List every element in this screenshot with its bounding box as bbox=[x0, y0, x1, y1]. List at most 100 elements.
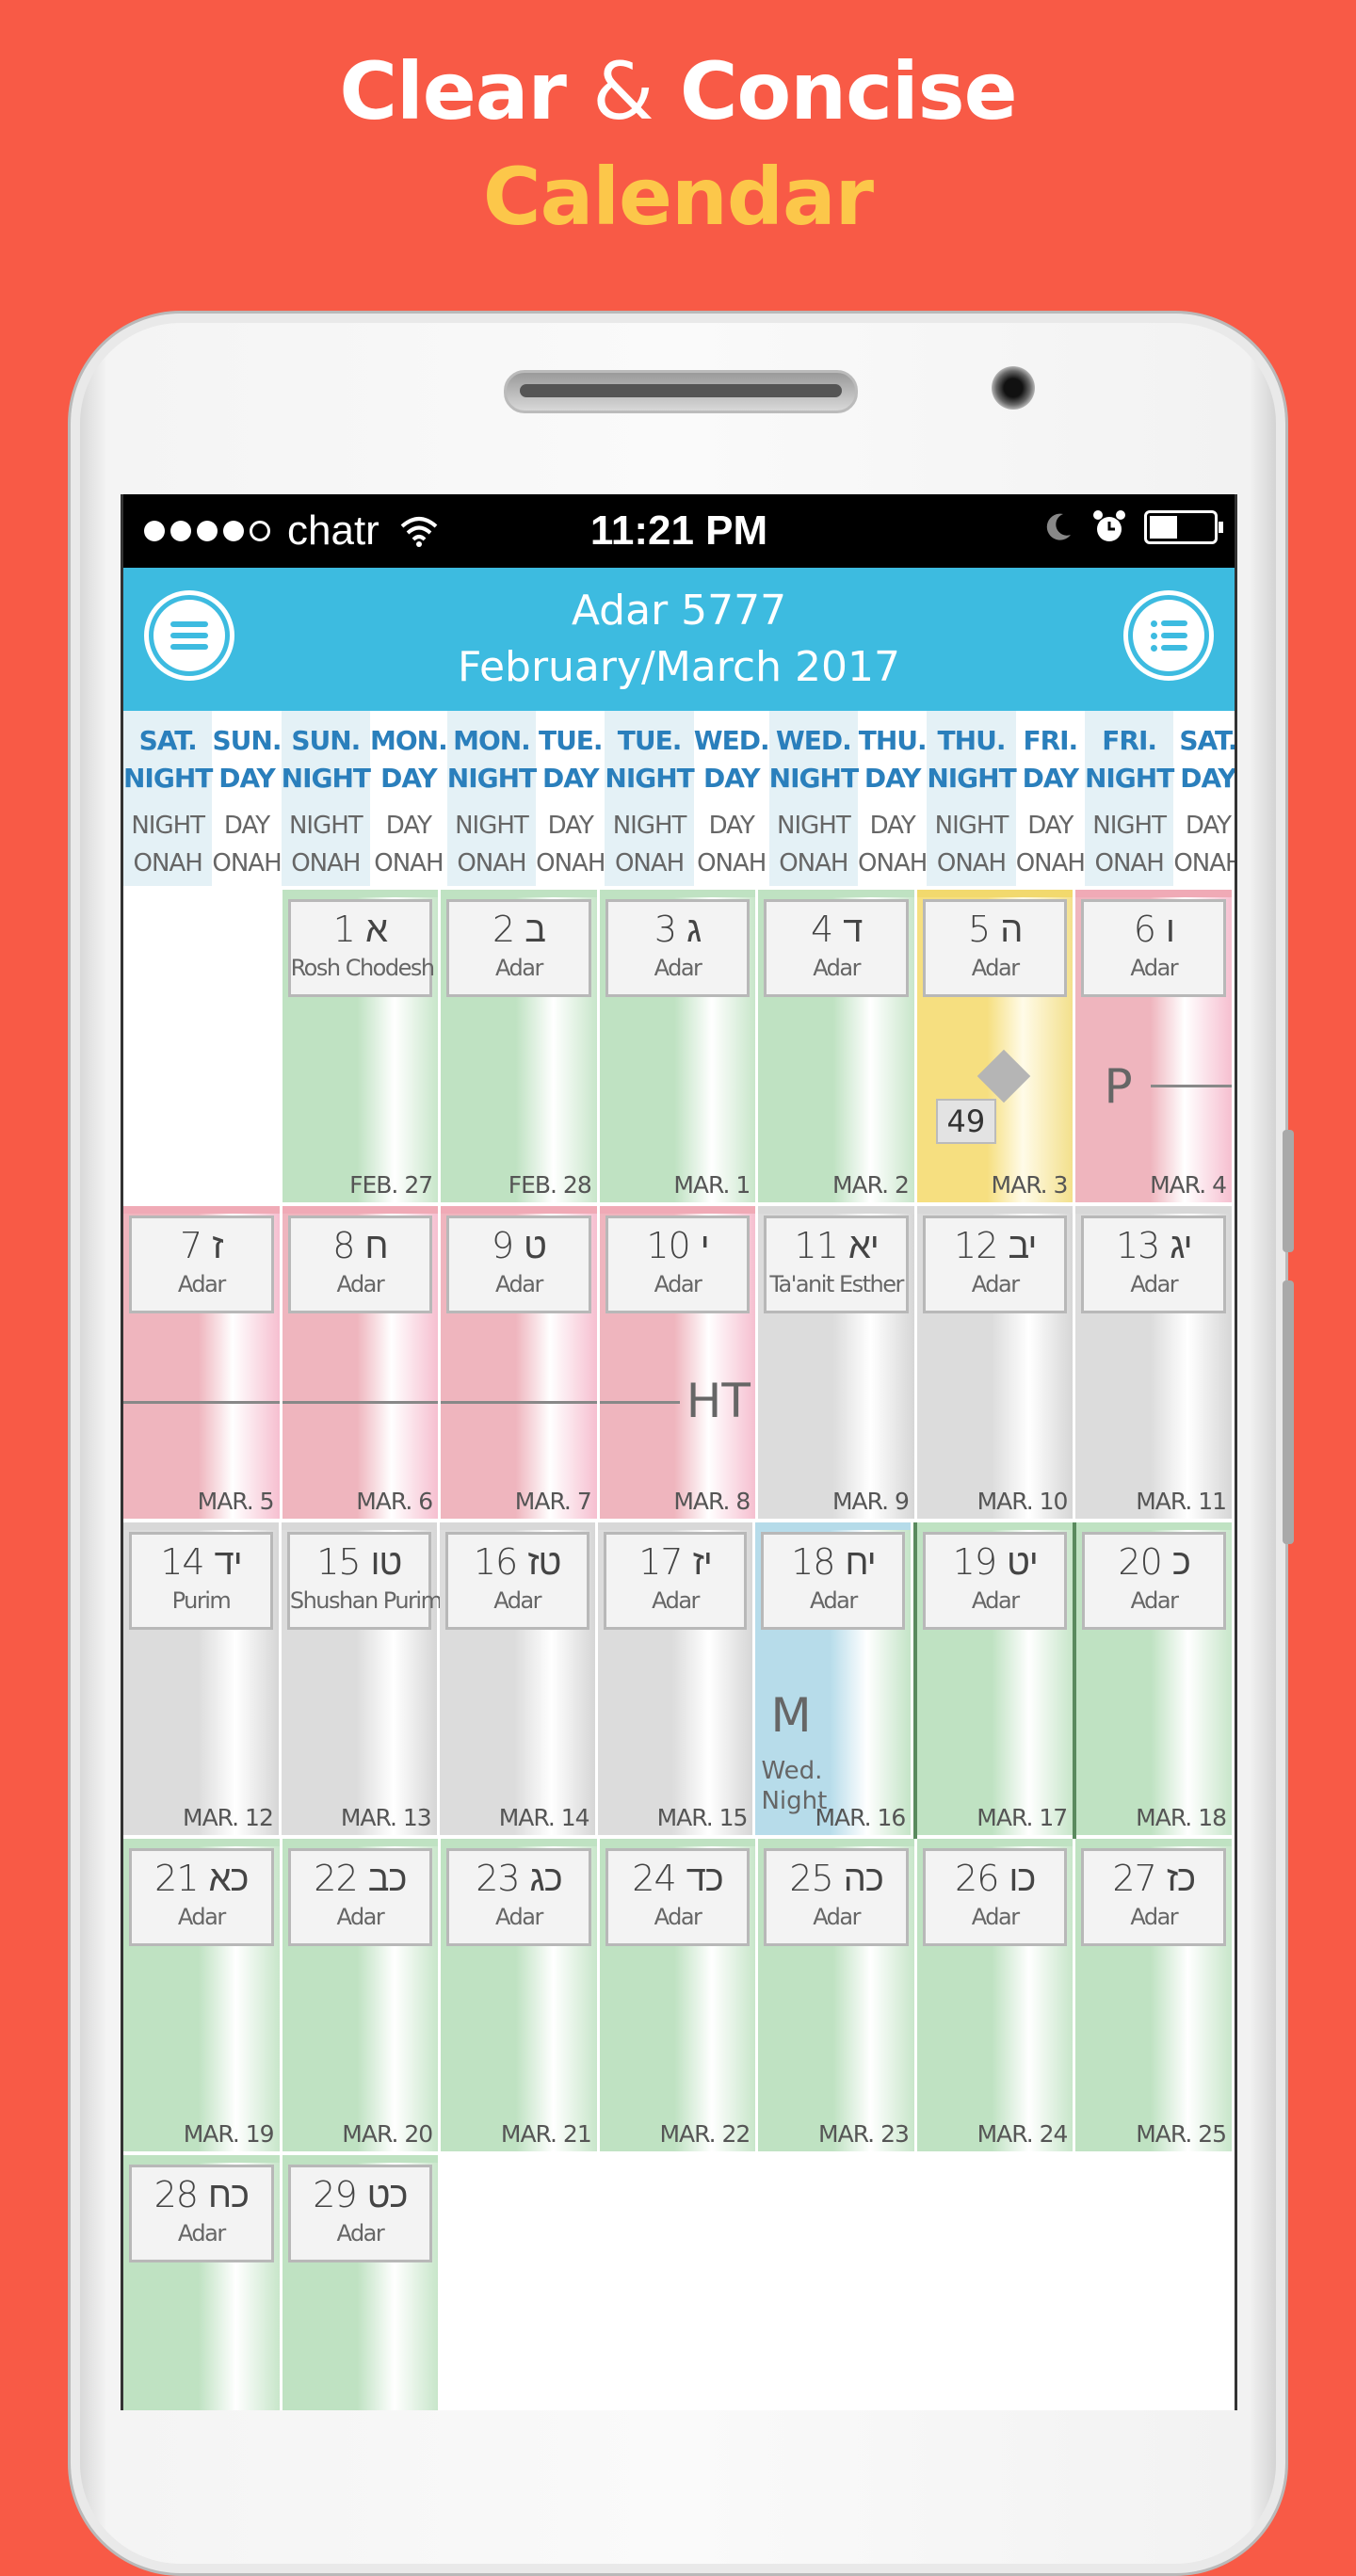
list-button[interactable] bbox=[1123, 590, 1214, 681]
column-head-onah-label: ONAH bbox=[1094, 849, 1165, 877]
column-head: SAT. NIGHT NIGHT ONAH bbox=[123, 711, 213, 886]
day-cell[interactable]: 3 ג Adar MAR. 1 bbox=[599, 890, 759, 1206]
gregorian-date: MAR. 13 bbox=[340, 1804, 432, 1831]
day-cell[interactable]: 6 ו Adar P MAR. 4 bbox=[1075, 890, 1235, 1206]
column-head-day: MON. bbox=[370, 725, 448, 756]
onah-strip bbox=[282, 1839, 439, 1846]
column-head-day: WED. bbox=[775, 725, 852, 756]
column-head-onah-label: ONAH bbox=[936, 849, 1007, 877]
day-cell[interactable]: 8 ח Adar MAR. 6 bbox=[282, 1206, 442, 1522]
day-cell[interactable]: 2 ב Adar FEB. 28 bbox=[441, 890, 600, 1206]
column-head-onah-label: ONAH bbox=[779, 849, 848, 877]
day-cell[interactable]: 16 טז Adar MAR. 14 bbox=[439, 1522, 598, 1839]
day-number: 9 ט bbox=[491, 1225, 547, 1266]
gregorian-date: MAR. 5 bbox=[197, 1488, 275, 1515]
day-number: 2 ב bbox=[492, 909, 546, 950]
day-label: Adar bbox=[652, 1587, 700, 1614]
gregorian-date: MAR. 4 bbox=[1150, 1171, 1227, 1199]
gregorian-date: MAR. 2 bbox=[831, 1171, 910, 1199]
day-cell[interactable]: 5 ה Adar 49 MAR. 3 bbox=[916, 890, 1076, 1206]
day-label: Adar bbox=[813, 955, 861, 981]
day-cell[interactable]: 22 כב Adar MAR. 20 bbox=[282, 1839, 442, 2155]
day-cell[interactable]: 19 יט Adar MAR. 17 bbox=[913, 1522, 1077, 1839]
day-cell[interactable]: 15 טו Shushan Purim MAR. 13 bbox=[281, 1522, 443, 1839]
list-icon bbox=[1133, 600, 1204, 671]
column-head-onah-type: DAY bbox=[547, 812, 594, 840]
column-head-onah-type: DAY bbox=[385, 812, 432, 840]
day-cell[interactable]: 23 כג Adar MAR. 21 bbox=[441, 1839, 600, 2155]
day-cell[interactable]: 1 א Rosh Chodesh FEB. 27 bbox=[282, 890, 442, 1206]
day-label: Ta'anit Esther bbox=[769, 1271, 904, 1297]
onah-strip bbox=[597, 1522, 753, 1530]
onah-strip bbox=[441, 890, 597, 897]
day-label: Purim bbox=[171, 1587, 232, 1614]
day-header-box: 8 ח Adar bbox=[287, 1216, 433, 1313]
alarm-icon bbox=[1093, 510, 1125, 541]
day-cell[interactable]: 29 כט Adar bbox=[282, 2155, 442, 2410]
day-cell[interactable]: 26 כו Adar MAR. 24 bbox=[916, 1839, 1076, 2155]
day-label: Adar bbox=[177, 2220, 226, 2246]
column-head: TUE. DAY DAY ONAH bbox=[536, 711, 605, 886]
column-head-period: NIGHT bbox=[1084, 763, 1174, 794]
empty-day-cell bbox=[441, 2155, 600, 2410]
onah-strip bbox=[123, 1206, 280, 1214]
column-head-onah-type: NIGHT bbox=[455, 812, 529, 840]
onah-strip bbox=[1075, 1839, 1233, 1846]
day-header-box: 16 טז Adar bbox=[444, 1532, 589, 1630]
column-head-period: DAY bbox=[542, 763, 600, 794]
day-cell[interactable]: 28 כח Adar bbox=[123, 2155, 282, 2410]
column-head-onah-type: NIGHT bbox=[777, 812, 851, 840]
column-head-onah-type: DAY bbox=[1027, 812, 1074, 840]
column-head-onah-label: ONAH bbox=[536, 849, 605, 877]
day-number: 28 כח bbox=[153, 2174, 250, 2215]
hebrew-month-title: Adar 5777 bbox=[571, 587, 787, 635]
day-number: 18 יח bbox=[791, 1541, 877, 1583]
day-cell[interactable]: 11 יא Ta'anit Esther MAR. 9 bbox=[758, 1206, 917, 1522]
column-head-day: SUN. bbox=[291, 725, 361, 756]
day-cell[interactable]: 14 יד Purim MAR. 12 bbox=[123, 1522, 282, 1839]
day-cell[interactable]: 9 ט Adar MAR. 7 bbox=[441, 1206, 600, 1522]
day-cell[interactable]: 20 כ Adar MAR. 18 bbox=[1076, 1522, 1235, 1839]
column-head-onah-label: ONAH bbox=[614, 849, 685, 877]
onah-strip bbox=[917, 1522, 1074, 1530]
gregorian-date: FEB. 28 bbox=[508, 1171, 592, 1199]
day-cell[interactable]: 18 יח Adar M Wed. Night MAR. 16 bbox=[755, 1522, 914, 1839]
column-head: SUN. DAY DAY ONAH bbox=[212, 711, 282, 886]
day-cell[interactable]: 24 כד Adar MAR. 22 bbox=[599, 1839, 759, 2155]
column-head-onah-label: ONAH bbox=[291, 849, 361, 877]
day-cell[interactable]: 10 י Adar HT MAR. 8 bbox=[599, 1206, 759, 1522]
gregorian-month-subtitle: February/March 2017 bbox=[458, 643, 900, 691]
column-head: WED. DAY DAY ONAH bbox=[693, 711, 770, 886]
column-head-onah-type: DAY bbox=[1185, 812, 1232, 840]
gregorian-date: MAR. 20 bbox=[342, 2120, 433, 2148]
gregorian-date: MAR. 15 bbox=[656, 1804, 749, 1831]
day-header-box: 18 יח Adar bbox=[761, 1532, 906, 1630]
day-cell[interactable]: 13 יג Adar MAR. 11 bbox=[1075, 1206, 1235, 1522]
column-head-onah-type: NIGHT bbox=[288, 812, 363, 840]
day-header-box: 9 ט Adar bbox=[446, 1216, 591, 1313]
column-head-day: WED. bbox=[693, 725, 770, 756]
day-cell[interactable]: 27 כז Adar MAR. 25 bbox=[1075, 1839, 1235, 2155]
column-head-day: THU. bbox=[858, 725, 928, 756]
gregorian-date: MAR. 14 bbox=[498, 1804, 590, 1831]
column-head: MON. NIGHT NIGHT ONAH bbox=[446, 711, 537, 886]
day-label: Adar bbox=[1130, 955, 1178, 981]
onah-strip bbox=[599, 1206, 756, 1214]
day-header-box: 11 יא Ta'anit Esther bbox=[764, 1216, 909, 1313]
day-label: Adar bbox=[1130, 1271, 1178, 1297]
onah-strip bbox=[439, 1522, 595, 1530]
day-cell[interactable]: 12 יב Adar MAR. 10 bbox=[916, 1206, 1076, 1522]
onah-strip bbox=[916, 890, 1074, 897]
calendar-grid: 1 א Rosh Chodesh FEB. 27 2 ב Adar FEB. 28 3 ג A… bbox=[123, 890, 1235, 2410]
column-head-day: TUE. bbox=[617, 725, 683, 756]
column-head-onah-type: NIGHT bbox=[612, 812, 687, 840]
column-head: TUE. NIGHT NIGHT ONAH bbox=[605, 711, 695, 886]
day-label: Adar bbox=[1130, 1587, 1179, 1614]
day-cell[interactable]: 7 ז Adar MAR. 5 bbox=[123, 1206, 282, 1522]
day-cell[interactable]: 21 כא Adar MAR. 19 bbox=[123, 1839, 282, 2155]
day-header-box: 12 יב Adar bbox=[922, 1216, 1068, 1313]
day-label: Adar bbox=[654, 1271, 702, 1297]
day-cell[interactable]: 4 ד Adar MAR. 2 bbox=[758, 890, 917, 1206]
day-cell[interactable]: 17 יז Adar MAR. 15 bbox=[597, 1522, 756, 1839]
day-cell[interactable]: 25 כה Adar MAR. 23 bbox=[758, 1839, 917, 2155]
